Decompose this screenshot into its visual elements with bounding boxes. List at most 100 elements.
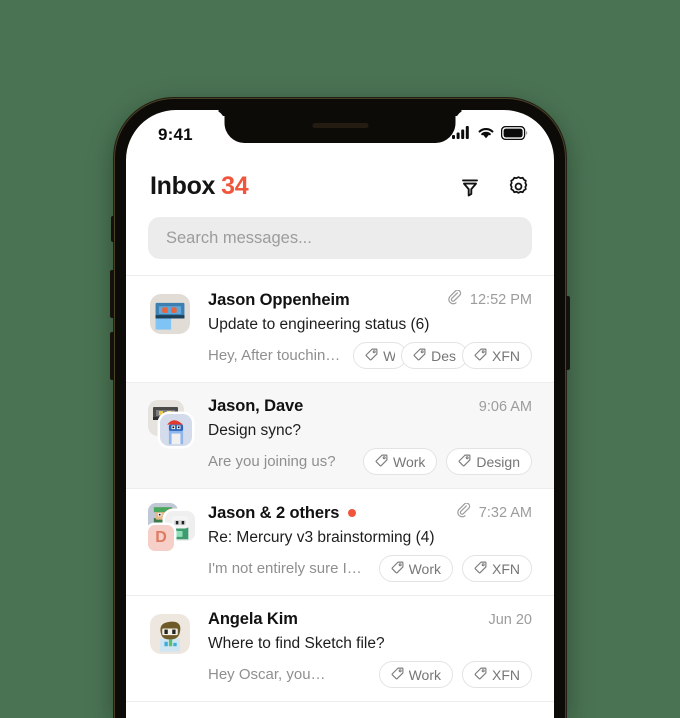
status-time: 9:41 xyxy=(158,125,193,144)
tag-icon xyxy=(474,667,487,683)
message-footer: Hey, After touching… W Des XFN xyxy=(208,342,532,369)
avatar-stack xyxy=(148,397,194,451)
cellular-signal-icon xyxy=(452,126,471,144)
letter-d-avatar: D xyxy=(148,525,174,551)
message-header: Jason Oppenheim 12:52 PM xyxy=(208,289,532,310)
message-sender: Jason & 2 others xyxy=(208,503,340,522)
power-button[interactable] xyxy=(565,296,570,370)
message-list: Jason Oppenheim 12:52 PM Update to enginee… xyxy=(126,275,554,702)
message-header: Jason & 2 others 7:32 AM xyxy=(208,502,532,523)
message-tag[interactable]: XFN xyxy=(462,661,532,688)
message-row[interactable]: D Jason & 2 others 7:32 AM Re: Mercury v3 b… xyxy=(126,489,554,596)
header-actions xyxy=(459,175,530,198)
message-subject: Re: Mercury v3 brainstorming (4) xyxy=(208,529,435,546)
app-header: Inbox 34 xyxy=(126,154,554,207)
tag-icon xyxy=(413,348,426,364)
message-body: Jason, Dave 9:06 AM Design sync? Are you jo… xyxy=(208,397,532,475)
message-body: Jason Oppenheim 12:52 PM Update to enginee… xyxy=(208,289,532,369)
message-footer: Are you joining us? Work Design xyxy=(208,448,532,475)
message-tag[interactable]: Work xyxy=(362,448,438,475)
battery-icon xyxy=(500,125,528,145)
message-tag[interactable]: XFN xyxy=(462,342,532,369)
tag-icon xyxy=(474,348,487,364)
search-input[interactable] xyxy=(148,217,532,259)
message-tag-label: XFN xyxy=(492,560,520,577)
search-bar xyxy=(126,207,554,275)
message-subject: Design sync? xyxy=(208,422,302,439)
tag-icon xyxy=(365,348,378,364)
message-tag[interactable]: Work xyxy=(378,555,453,582)
attachment-icon xyxy=(447,289,462,310)
unread-count-badge: 34 xyxy=(221,172,249,200)
filter-icon[interactable] xyxy=(459,176,481,198)
unread-dot xyxy=(348,509,357,517)
tag-icon xyxy=(375,454,388,470)
message-meta: 7:32 AM xyxy=(456,502,532,523)
message-row[interactable]: Jason, Dave 9:06 AM Design sync? Are you jo… xyxy=(126,383,554,489)
message-time: 7:32 AM xyxy=(478,505,532,521)
message-time: Jun 20 xyxy=(488,611,532,628)
status-icons xyxy=(452,125,528,145)
page-title: Inbox 34 xyxy=(150,172,249,201)
tag-icon xyxy=(458,454,471,470)
message-tag[interactable]: XFN xyxy=(462,555,532,582)
message-tag[interactable]: W xyxy=(353,342,408,369)
phone-screen: 9:41 Inbox 34 Search messages... Jason O… xyxy=(126,110,554,718)
message-footer: I'm not entirely sure I… Work XFN xyxy=(208,555,532,582)
volume-down-button[interactable] xyxy=(110,332,115,380)
message-footer: Hey Oscar, you… Work XFN xyxy=(208,661,532,688)
message-preview: Hey Oscar, you… xyxy=(208,666,326,683)
message-header: Angela Kim Jun 20 xyxy=(208,610,532,629)
message-tag-label: Work xyxy=(392,453,426,470)
message-meta: Jun 20 xyxy=(488,612,532,628)
tag-group: Work Design xyxy=(362,448,532,475)
tag-group: W Des XFN xyxy=(353,342,532,369)
message-sender: Jason, Dave xyxy=(208,397,304,415)
message-body: Jason & 2 others 7:32 AM Re: Mercury v3 br… xyxy=(208,502,532,582)
tag-group: Work XFN xyxy=(378,555,532,582)
robot-tv-avatar xyxy=(150,294,190,334)
page-title-label: Inbox xyxy=(150,172,216,200)
message-preview: Are you joining us? xyxy=(208,453,336,470)
attachment-icon xyxy=(456,502,471,523)
tag-group: Work XFN xyxy=(378,661,532,688)
phone-frame: 9:41 Inbox 34 Search messages... Jason O… xyxy=(110,98,570,718)
message-tag-label: XFN xyxy=(492,347,520,364)
tag-icon xyxy=(391,667,404,683)
bird-blue-avatar xyxy=(160,414,192,446)
message-subject: Where to find Sketch file? xyxy=(208,635,385,652)
message-tag-label: Design xyxy=(476,453,520,470)
avatar-stack xyxy=(148,290,194,344)
wifi-icon xyxy=(477,126,495,144)
status-bar: 9:41 xyxy=(126,110,554,154)
avatar-stack: D xyxy=(148,503,195,557)
silent-switch[interactable] xyxy=(111,216,115,242)
message-body: Angela Kim Jun 20 Where to find Sketch fil… xyxy=(208,610,532,688)
message-tag[interactable]: Work xyxy=(378,661,453,688)
message-tag-label: XFN xyxy=(492,666,520,683)
tag-icon xyxy=(391,561,404,577)
message-tag-label: Work xyxy=(408,560,441,577)
message-sender: Jason Oppenheim xyxy=(208,290,350,309)
message-tag-label: Work xyxy=(408,666,441,683)
message-row[interactable]: Jason Oppenheim 12:52 PM Update to enginee… xyxy=(126,276,554,383)
message-meta: 12:52 PM xyxy=(447,289,532,310)
message-subject: Update to engineering status (6) xyxy=(208,316,430,333)
message-header: Jason, Dave 9:06 AM xyxy=(208,397,532,416)
avatar-stack xyxy=(148,610,194,664)
message-row[interactable]: Angela Kim Jun 20 Where to find Sketch fil… xyxy=(126,596,554,702)
tag-icon xyxy=(474,561,487,577)
message-time: 9:06 AM xyxy=(478,398,532,415)
message-preview: Hey, After touching… xyxy=(208,347,346,364)
message-tag-label: W xyxy=(383,347,396,364)
message-meta: 9:06 AM xyxy=(479,399,532,415)
volume-up-button[interactable] xyxy=(110,270,115,318)
message-time: 12:52 PM xyxy=(469,292,532,308)
message-preview: I'm not entirely sure I… xyxy=(208,560,362,577)
message-tag-label: Des xyxy=(431,347,456,364)
message-tag[interactable]: Des xyxy=(401,342,468,369)
gear-icon[interactable] xyxy=(507,175,530,198)
message-sender: Angela Kim xyxy=(208,610,298,628)
potato-face-avatar xyxy=(150,614,190,654)
message-tag[interactable]: Design xyxy=(446,448,532,475)
